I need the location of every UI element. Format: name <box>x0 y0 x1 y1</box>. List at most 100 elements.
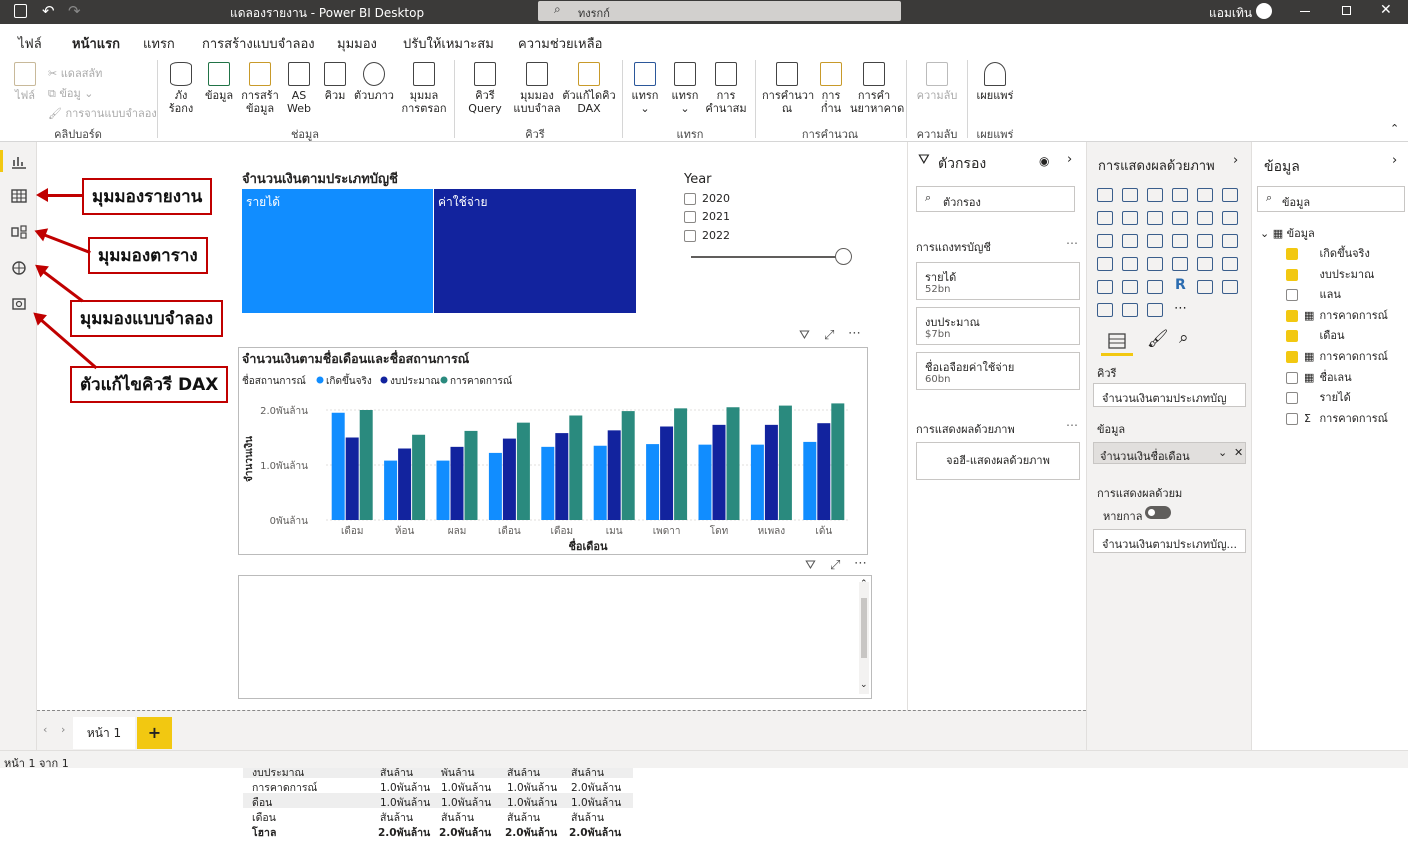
kpi-icon[interactable] <box>1222 257 1238 271</box>
tab-insert[interactable]: แทรก <box>143 33 175 54</box>
filters-section-more-icon[interactable]: ⋯ <box>1066 236 1078 250</box>
format-painter-button[interactable]: 🖌 การจานแบบจำลอง <box>48 104 157 122</box>
minimize-icon[interactable] <box>1300 11 1310 12</box>
treemap-icon[interactable] <box>1222 234 1238 248</box>
save-icon[interactable] <box>14 4 27 18</box>
dax-query-view-icon[interactable] <box>10 260 28 276</box>
stacked-bar-icon[interactable] <box>1097 188 1113 202</box>
data-field-item[interactable]: เดือน <box>1286 326 1345 344</box>
treemap-tile-expense[interactable]: ค่าใช้จ่าย <box>434 189 636 313</box>
powerapps-icon[interactable] <box>1122 303 1138 317</box>
dax-query-button[interactable]: ตัวแก้ไดคิว DAX <box>562 62 616 115</box>
multirow-card-icon[interactable] <box>1197 257 1213 271</box>
matrix-icon[interactable] <box>1147 280 1163 294</box>
remove-field-icon[interactable]: ✕ <box>1234 446 1243 459</box>
next-page-icon[interactable]: › <box>61 723 65 736</box>
chart-more-icon[interactable]: ⋯ <box>848 326 861 341</box>
enter-data-button[interactable]: ตัวบภาว <box>354 62 394 102</box>
field-checkbox[interactable] <box>1286 248 1298 260</box>
area-icon[interactable] <box>1122 211 1138 225</box>
search-box[interactable]: ⌕ ทงรกก์ <box>538 1 901 21</box>
collapse-vis-icon[interactable]: › <box>1233 153 1238 168</box>
scroll-thumb[interactable] <box>861 598 867 658</box>
query-well-field[interactable]: จำนวนเงินตามประเภทบัญ <box>1093 383 1246 407</box>
new-column-button[interactable]: การคำ นยาหาคาด <box>850 62 904 115</box>
slicer-item-2020[interactable]: 2020 <box>684 192 730 205</box>
data-hub-button[interactable]: การสร้า ข้อมูล <box>241 62 279 115</box>
line-column-icon[interactable] <box>1172 211 1188 225</box>
bottom-field[interactable]: จำนวนเงินตามประเภทบัญ... <box>1093 529 1246 553</box>
collapse-filters-icon[interactable]: › <box>1067 152 1072 167</box>
data-field-item[interactable]: Σ การคาดการณ์ <box>1286 409 1388 427</box>
python-visual-icon[interactable] <box>1197 280 1213 294</box>
filled-map-icon[interactable] <box>1122 257 1138 271</box>
dataverse-button[interactable]: มุมมล การตรอก <box>400 62 448 115</box>
scroll-up-icon[interactable]: ⌃ <box>860 579 868 589</box>
100-column-icon[interactable] <box>1222 188 1238 202</box>
eye-icon[interactable]: ◉ <box>1039 154 1049 168</box>
filter-card[interactable]: รายได้ 52bn <box>916 262 1080 300</box>
card-icon[interactable] <box>1172 257 1188 271</box>
new-measure-button[interactable]: การคำนวา ณ <box>762 62 814 115</box>
treemap-tile-income[interactable]: รายได้ <box>242 189 433 313</box>
100-bar-icon[interactable] <box>1197 188 1213 202</box>
cut-button[interactable]: ✂ แดลสลัท <box>48 64 102 82</box>
slicer-item-2021[interactable]: 2021 <box>684 210 730 223</box>
scatter-icon[interactable] <box>1147 234 1163 248</box>
chart-filter-icon[interactable]: ⛛ <box>799 328 810 343</box>
collapse-ribbon-icon[interactable]: ⌃ <box>1390 122 1399 135</box>
table-icon[interactable] <box>1122 280 1138 294</box>
data-field-item[interactable]: รายได้ <box>1286 388 1351 406</box>
sql-button[interactable]: คิวม <box>320 62 350 102</box>
field-checkbox[interactable] <box>1286 351 1298 363</box>
gauge-icon[interactable] <box>1147 257 1163 271</box>
close-icon[interactable]: ✕ <box>1380 2 1392 18</box>
visual-section-more-icon[interactable]: ⋯ <box>1066 418 1078 432</box>
add-page-button[interactable]: + <box>137 717 172 749</box>
format-visual-icon[interactable]: 🖌 <box>1147 329 1169 349</box>
refresh-button[interactable]: มุมมอง แบบจำลล <box>512 62 562 115</box>
collapse-data-icon[interactable]: › <box>1392 153 1397 168</box>
redo-icon[interactable]: ↷ <box>68 2 81 20</box>
scroll-down-icon[interactable]: ⌄ <box>860 680 868 690</box>
data-field-item[interactable]: ▦ การคาดการณ์ <box>1286 347 1388 365</box>
field-checkbox[interactable] <box>1286 330 1298 343</box>
line-icon[interactable] <box>1097 211 1113 225</box>
tab-optimize[interactable]: ปรับให้เหมาะสม <box>403 33 494 54</box>
field-checkbox[interactable] <box>1286 289 1298 302</box>
ribbon-icon[interactable] <box>1222 211 1238 225</box>
analytics-icon[interactable]: ⌕ <box>1179 328 1189 348</box>
data-root-node[interactable]: ⌄ ▦ ข้อมูล <box>1260 224 1315 242</box>
field-checkbox[interactable] <box>1286 412 1298 425</box>
tab-file[interactable]: ไฟล์ <box>18 33 42 54</box>
field-checkbox[interactable] <box>1286 268 1298 281</box>
user-name[interactable]: แอมเทิน <box>1209 4 1252 23</box>
slicer-item-2022[interactable]: 2022 <box>684 229 730 242</box>
field-checkbox[interactable] <box>1286 392 1298 405</box>
donut-icon[interactable] <box>1197 234 1213 248</box>
undo-icon[interactable]: ↶ <box>42 2 55 20</box>
data-field-item[interactable]: แลน <box>1286 285 1341 303</box>
toggle-switch[interactable] <box>1145 506 1171 519</box>
quick-measure-button[interactable]: การ ก่ำน <box>814 62 848 115</box>
clustered-column-icon[interactable] <box>1172 188 1188 202</box>
table-visual[interactable] <box>238 575 872 699</box>
stacked-area-icon[interactable] <box>1147 211 1163 225</box>
publish-button[interactable]: เผยแพร่ <box>972 62 1018 102</box>
field-checkbox[interactable] <box>1286 309 1298 322</box>
checkbox[interactable] <box>684 193 696 205</box>
sensitivity-button[interactable]: ความลับ <box>912 62 962 102</box>
qna-icon[interactable] <box>1097 303 1113 317</box>
table-scrollbar[interactable]: ⌃ ⌄ <box>859 579 869 694</box>
checkbox[interactable] <box>684 230 696 242</box>
copy-button[interactable]: ⧉ ข้อมู ⌄ <box>48 84 93 102</box>
build-visual-icon[interactable] <box>1107 332 1127 350</box>
web-button[interactable]: AS Web <box>284 62 314 115</box>
tab-modeling[interactable]: การสร้างแบบจำลอง <box>202 33 315 54</box>
data-field-item[interactable]: เกิดขึ้นจริง <box>1286 244 1370 262</box>
slicer-icon[interactable] <box>1097 280 1113 294</box>
field-checkbox[interactable] <box>1286 371 1298 384</box>
transform-button[interactable]: คิวรี Query <box>460 62 510 115</box>
paste-button[interactable]: ไฟล์ <box>12 62 38 102</box>
report-view-icon[interactable] <box>10 153 28 169</box>
